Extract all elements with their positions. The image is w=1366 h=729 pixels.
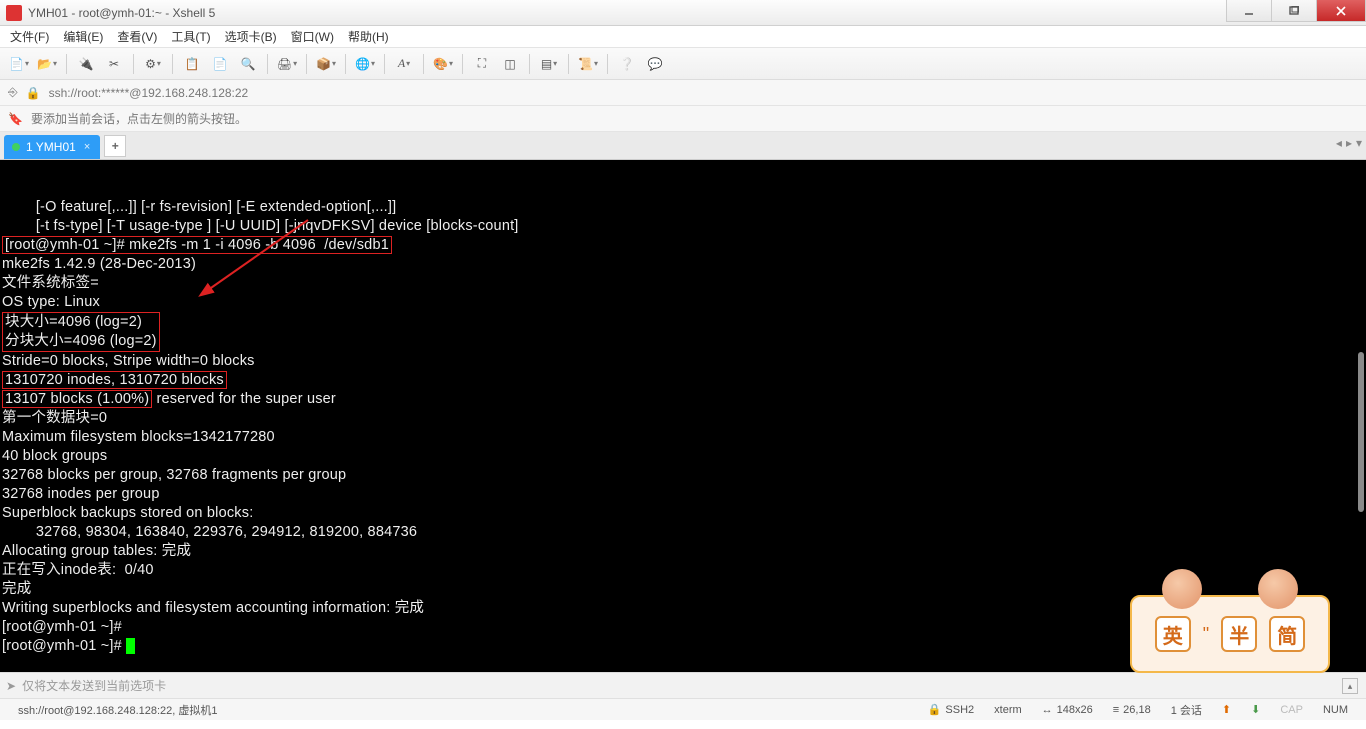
minimize-button[interactable] — [1226, 0, 1272, 22]
tab-prev-icon[interactable]: ◂ — [1336, 136, 1342, 150]
print-button[interactable]: 🖨 — [276, 53, 298, 75]
open-session-button[interactable]: 📂 — [36, 53, 58, 75]
maximize-button[interactable] — [1271, 0, 1317, 22]
hint-bar: 🔖 要添加当前会话，点击左侧的箭头按钮。 — [0, 106, 1366, 132]
status-up-icon[interactable]: ⬆ — [1212, 703, 1241, 716]
new-tab-button[interactable]: + — [104, 135, 126, 157]
tab-bar: 1 YMH01 × + ◂ ▸ ▾ — [0, 132, 1366, 160]
disconnect-button[interactable]: ✂ — [103, 53, 125, 75]
ime-sep: " — [1203, 624, 1209, 645]
menu-tabs[interactable]: 选项卡(B) — [225, 28, 277, 45]
scrollbar-thumb[interactable] — [1358, 352, 1364, 512]
send-bar: ➤ 仅将文本发送到当前选项卡 ▴ — [0, 672, 1366, 698]
new-session-button[interactable]: 📄 — [8, 53, 30, 75]
cursor-icon: ≡ — [1113, 704, 1119, 716]
copy-button[interactable]: 📋 — [181, 53, 203, 75]
help-button[interactable]: ❔ — [616, 53, 638, 75]
status-size: ↔148x26 — [1032, 704, 1103, 716]
colorscheme-button[interactable]: 🎨 — [432, 53, 454, 75]
send-placeholder[interactable]: 仅将文本发送到当前选项卡 — [22, 677, 166, 694]
menu-view[interactable]: 查看(V) — [117, 28, 157, 45]
fullscreen-button[interactable]: ⛶ — [471, 53, 493, 75]
lock-icon: 🔒 — [26, 86, 41, 100]
find-button[interactable]: 🔍 — [237, 53, 259, 75]
address-bar-row: ⎆ 🔒 ssh://root:******@192.168.248.128:22 — [0, 80, 1366, 106]
app-icon — [6, 5, 22, 21]
send-toggle-icon[interactable]: ▴ — [1342, 678, 1358, 694]
menu-edit[interactable]: 编辑(E) — [63, 28, 103, 45]
menu-window[interactable]: 窗口(W) — [291, 28, 334, 45]
tab-next-icon[interactable]: ▸ — [1346, 136, 1352, 150]
status-connection: ssh://root@192.168.248.128:22, 虚拟机1 — [8, 702, 228, 718]
ime-width[interactable]: 半 — [1221, 616, 1257, 652]
font-button[interactable]: A — [393, 53, 415, 75]
hint-text: 要添加当前会话，点击左侧的箭头按钮。 — [31, 110, 247, 127]
address-text[interactable]: ssh://root:******@192.168.248.128:22 — [49, 86, 249, 100]
status-bar: ssh://root@192.168.248.128:22, 虚拟机1 🔒SSH… — [0, 698, 1366, 720]
status-dot-icon — [12, 143, 20, 151]
feedback-button[interactable]: 💬 — [644, 53, 666, 75]
status-sessions: 1 会话 — [1161, 702, 1212, 718]
status-num: NUM — [1313, 704, 1358, 716]
tab-menu-icon[interactable]: ▾ — [1356, 136, 1362, 150]
tab-close-icon[interactable]: × — [84, 141, 90, 153]
ime-trad[interactable]: 简 — [1269, 616, 1305, 652]
ime-lang[interactable]: 英 — [1155, 616, 1191, 652]
menu-help[interactable]: 帮助(H) — [348, 28, 389, 45]
title-bar: YMH01 - root@ymh-01:~ - Xshell 5 — [0, 0, 1366, 26]
layout-button[interactable]: ▤ — [538, 53, 560, 75]
window-title: YMH01 - root@ymh-01:~ - Xshell 5 — [28, 6, 215, 20]
status-cap: CAP — [1270, 704, 1313, 716]
transfer-button[interactable]: 📦 — [315, 53, 337, 75]
ime-widget[interactable]: 英 " 半 简 — [1130, 595, 1330, 673]
close-button[interactable] — [1316, 0, 1366, 22]
status-ssh: 🔒SSH2 — [918, 703, 984, 716]
add-session-icon[interactable]: 🔖 — [8, 112, 23, 126]
reconnect-button[interactable]: 🔌 — [75, 53, 97, 75]
script-button[interactable]: 📜 — [577, 53, 599, 75]
properties-button[interactable]: ⚙ — [142, 53, 164, 75]
lock-icon: 🔒 — [928, 703, 942, 716]
addr-prefix-icon: ⎆ — [8, 85, 18, 100]
toolbar: 📄 📂 🔌 ✂ ⚙ 📋 📄 🔍 🖨 📦 🌐 A 🎨 ⛶ ◫ ▤ 📜 ❔ 💬 — [0, 48, 1366, 80]
transparent-button[interactable]: ◫ — [499, 53, 521, 75]
status-term: xterm — [984, 704, 1032, 716]
resize-icon: ↔ — [1042, 704, 1053, 716]
status-down-icon[interactable]: ⬇ — [1241, 703, 1270, 716]
paste-button[interactable]: 📄 — [209, 53, 231, 75]
menu-tools[interactable]: 工具(T) — [171, 28, 210, 45]
tab-label: 1 YMH01 — [26, 140, 76, 154]
window-controls — [1227, 0, 1366, 22]
menu-bar: 文件(F) 编辑(E) 查看(V) 工具(T) 选项卡(B) 窗口(W) 帮助(… — [0, 26, 1366, 48]
menu-file[interactable]: 文件(F) — [10, 28, 49, 45]
status-pos: ≡26,18 — [1103, 704, 1161, 716]
encoding-button[interactable]: 🌐 — [354, 53, 376, 75]
session-tab[interactable]: 1 YMH01 × — [4, 135, 100, 159]
send-mode-icon[interactable]: ➤ — [6, 679, 16, 693]
